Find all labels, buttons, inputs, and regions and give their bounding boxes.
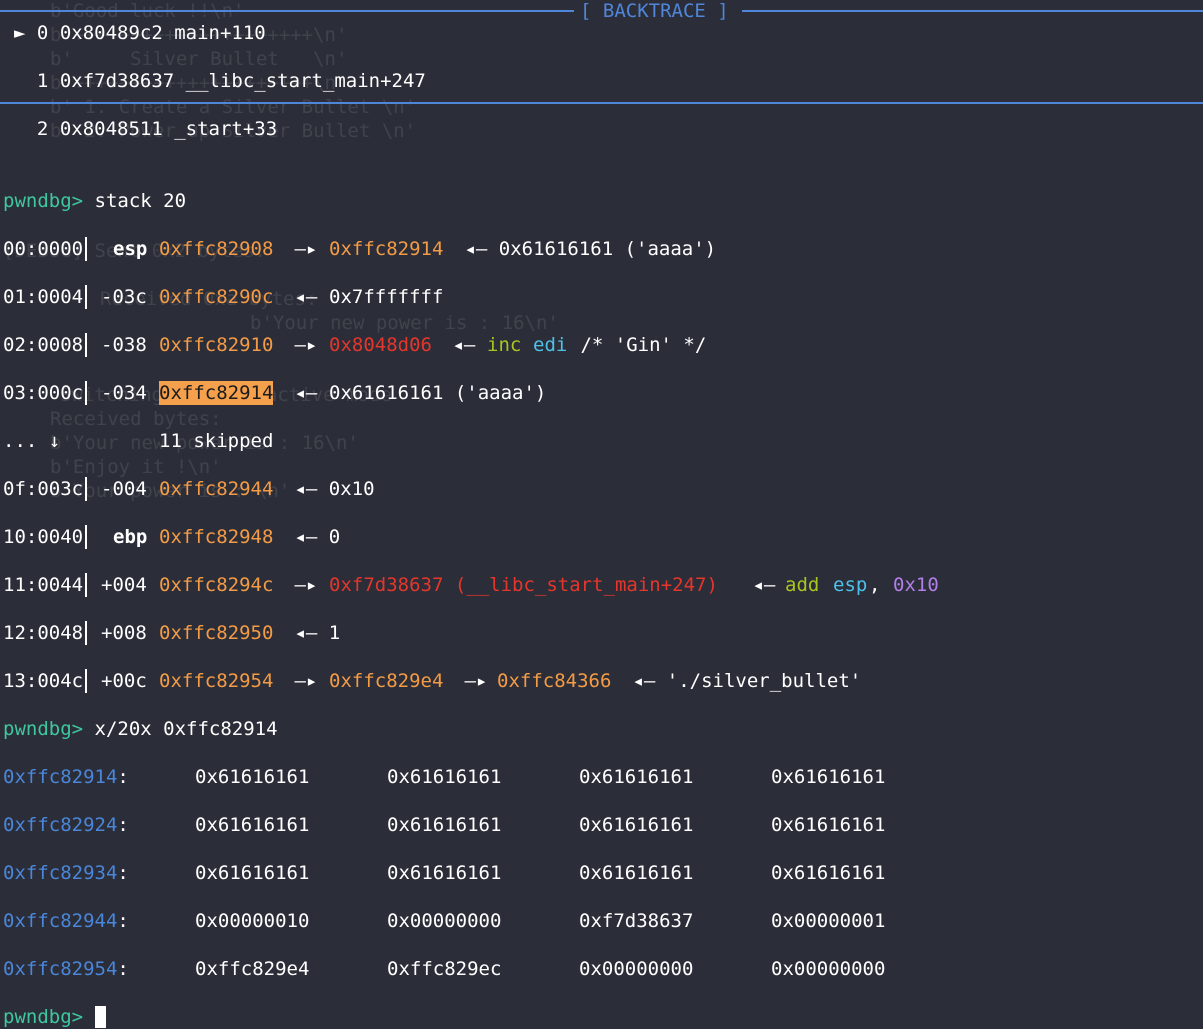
highlighted-address: 0xffc82914	[159, 381, 274, 405]
banner-rule-right	[742, 10, 1203, 12]
backtrace-frame[interactable]: 1 0xf7d38637 __libc_start_main+247	[14, 69, 1203, 93]
terminal-cursor[interactable]	[94, 1006, 106, 1028]
prompt: pwndbg>	[3, 718, 84, 740]
dump-row[interactable]: 0xffc82934: 0x61616161 0x61616161 0x6161616…	[3, 861, 1203, 885]
immediate-value: 0x10	[893, 574, 939, 596]
ghost-line: b'Enjoy it !\n'	[50, 456, 222, 478]
section-separator	[0, 102, 1203, 104]
instruction-register: edi	[533, 334, 568, 356]
ghost-line: b' Silver Bullet \n'	[50, 48, 348, 70]
examine-command-line: pwndbg> x/20x 0xffc82914	[3, 717, 1203, 741]
dump-row[interactable]: 0xffc82914: 0x61616161 0x61616161 0x6161616…	[3, 765, 1203, 789]
stack-row[interactable]: 0f:003c -004 0xffc82944 ◂— 0x10	[3, 477, 1203, 501]
stack-command-line: pwndbg> stack 20	[3, 189, 1203, 213]
stack-row[interactable]: 11:0044 +004 0xffc8294c —▸ 0xf7d38637 (__l…	[3, 573, 1203, 597]
dump-row[interactable]: 0xffc82924: 0x61616161 0x61616161 0x6161616…	[3, 813, 1203, 837]
command-text: x/20x 0xffc82914	[83, 718, 278, 740]
banner-rule-left	[0, 10, 574, 12]
ghost-line: b' 1. Create a Silver Bullet \n'	[50, 96, 417, 118]
register-label: esp	[113, 238, 148, 260]
backtrace-title: [ BACKTRACE ]	[580, 0, 729, 22]
input-prompt-line[interactable]: pwndbg>	[3, 1005, 1203, 1029]
dump-row[interactable]: 0xffc82954: 0xffc829e4 0xffc829ec 0x0000000…	[3, 957, 1203, 981]
backtrace-banner: [ BACKTRACE ]	[0, 0, 1203, 22]
register-label: ebp	[113, 526, 148, 548]
backtrace-frame[interactable]: 2 0x8048511 _start+33	[14, 117, 1203, 141]
stack-row[interactable]: 02:0008 -038 0xffc82910 —▸ 0x8048d06 ◂— in…	[3, 333, 1203, 357]
stack-row[interactable]: 03:000c -034 0xffc82914 ◂— 0x61616161 ('aa…	[3, 381, 1203, 405]
stack-row[interactable]: 12:0048 +008 0xffc82950 ◂— 1	[3, 621, 1203, 645]
stack-row[interactable]: 13:004c +00c 0xffc82954 —▸ 0xffc829e4 —▸ 0…	[3, 669, 1203, 693]
stack-row[interactable]: 10:0040 ebp 0xffc82948 ◂— 0	[3, 525, 1203, 549]
stack-row[interactable]: 00:0000 esp 0xffc82908 —▸ 0xffc82914 ◂— 0x…	[3, 237, 1203, 261]
backtrace-frame[interactable]: ► 0 0x80489c2 main+110	[14, 21, 1203, 45]
stack-row[interactable]: 01:0004 -03c 0xffc8290c ◂— 0x7fffffff	[3, 285, 1203, 309]
command-text: stack 20	[83, 190, 187, 212]
instruction-mnemonic: inc	[487, 334, 522, 356]
prompt: pwndbg>	[3, 1006, 84, 1028]
instruction-register: esp	[833, 574, 868, 596]
current-frame-marker: ►	[14, 22, 26, 44]
dump-row[interactable]: 0xffc82944: 0x00000010 0x00000000 0xf7d3863…	[3, 909, 1203, 933]
ghost-line: b'Your new power is : 16\n'	[250, 312, 559, 334]
instruction-mnemonic: add	[785, 574, 820, 596]
ghost-line: Received bytes:	[50, 408, 222, 430]
prompt: pwndbg>	[3, 190, 84, 212]
skipped-row: ... ↓ 11 skipped	[3, 430, 274, 452]
